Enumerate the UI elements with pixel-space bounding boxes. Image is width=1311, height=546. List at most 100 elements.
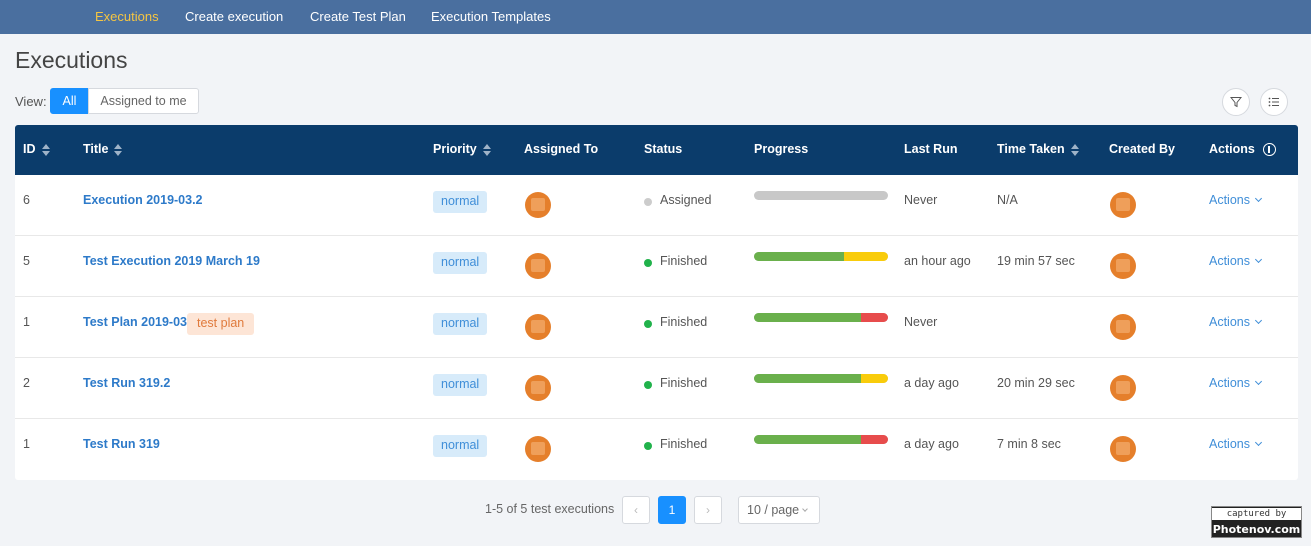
actions-dropdown[interactable]: Actions xyxy=(1209,315,1263,329)
actions-label: Actions xyxy=(1209,254,1250,268)
watermark: captured by Photenov.com xyxy=(1211,506,1302,538)
row-id: 5 xyxy=(23,254,30,268)
creator-avatar[interactable] xyxy=(1110,375,1136,401)
creator-avatar[interactable] xyxy=(1110,436,1136,462)
prev-page-button[interactable]: ‹ xyxy=(622,496,650,524)
last-run: a day ago xyxy=(904,437,959,451)
progress-passed-segment xyxy=(754,313,862,322)
assignee-avatar[interactable] xyxy=(525,375,551,401)
sort-icon[interactable] xyxy=(482,143,491,156)
row-title-link[interactable]: Test Execution 2019 March 19 xyxy=(83,254,260,268)
table-row: 6 Execution 2019-03.2 normal Assigned Ne… xyxy=(15,175,1298,236)
assignee-avatar[interactable] xyxy=(525,192,551,218)
chevron-down-icon xyxy=(1254,255,1263,264)
actions-dropdown[interactable]: Actions xyxy=(1209,193,1263,207)
list-icon xyxy=(1268,97,1279,107)
status-text: Assigned xyxy=(660,193,712,207)
watermark-line1: captured by xyxy=(1212,508,1301,520)
columns-button[interactable] xyxy=(1260,88,1288,116)
time-taken: 20 min 29 sec xyxy=(997,376,1075,390)
row-title-link[interactable]: Execution 2019-03.2 xyxy=(83,193,203,207)
row-title-link[interactable]: Test Plan 2019-03 xyxy=(83,315,187,329)
page-title: Executions xyxy=(15,47,128,73)
page-1-button[interactable]: 1 xyxy=(658,496,686,524)
actions-dropdown[interactable]: Actions xyxy=(1209,376,1263,390)
header-time-taken[interactable]: Time Taken xyxy=(997,142,1079,156)
actions-label: Actions xyxy=(1209,315,1250,329)
view-assigned-to-me-button[interactable]: Assigned to me xyxy=(88,88,199,114)
header-created-by: Created By xyxy=(1109,142,1175,156)
filter-button[interactable] xyxy=(1222,88,1250,116)
header-status: Status xyxy=(644,142,683,156)
progress-bar xyxy=(754,252,888,261)
assignee-avatar[interactable] xyxy=(525,253,551,279)
progress-bar xyxy=(754,313,888,322)
assignee-avatar[interactable] xyxy=(525,314,551,340)
time-taken: N/A xyxy=(997,193,1018,207)
chevron-down-icon xyxy=(802,506,808,512)
creator-avatar[interactable] xyxy=(1110,253,1136,279)
header-progress: Progress xyxy=(754,142,809,156)
chevron-down-icon xyxy=(1254,316,1263,325)
info-icon[interactable] xyxy=(1262,143,1276,157)
creator-avatar[interactable] xyxy=(1110,192,1136,218)
filter-icon xyxy=(1230,97,1242,108)
executions-table: ID Title Priority Assigned To Status Pro… xyxy=(15,125,1298,480)
view-label: View: xyxy=(15,94,47,109)
progress-bar xyxy=(754,374,888,383)
sort-icon[interactable] xyxy=(114,143,123,156)
nav-create-test-plan[interactable]: Create Test Plan xyxy=(310,9,406,24)
status-dot xyxy=(644,259,652,267)
progress-failed-segment xyxy=(861,313,888,322)
header-title-label: Title xyxy=(83,142,109,156)
status-dot xyxy=(644,442,652,450)
watermark-line2: Photenov.com xyxy=(1212,523,1301,536)
priority-badge: normal xyxy=(433,252,488,274)
top-nav: Executions Create execution Create Test … xyxy=(0,0,1311,34)
page-size-select[interactable]: 10 / page xyxy=(738,496,820,524)
status-dot xyxy=(644,320,652,328)
table-row: 2 Test Run 319.2 normal Finished a day a… xyxy=(15,358,1298,419)
view-all-button[interactable]: All xyxy=(50,88,89,114)
row-title-link[interactable]: Test Run 319 xyxy=(83,437,160,451)
nav-create-execution[interactable]: Create execution xyxy=(185,9,283,24)
actions-dropdown[interactable]: Actions xyxy=(1209,254,1263,268)
time-taken: 7 min 8 sec xyxy=(997,437,1061,451)
sort-icon[interactable] xyxy=(1070,143,1079,156)
progress-skipped-segment xyxy=(843,252,888,261)
status-text: Finished xyxy=(660,254,708,268)
sort-icon[interactable] xyxy=(41,143,50,156)
progress-passed-segment xyxy=(754,252,844,261)
test-plan-tag: test plan xyxy=(187,313,255,335)
page-size-label: 10 / page xyxy=(747,503,800,517)
last-run: Never xyxy=(904,315,938,329)
row-title-link[interactable]: Test Run 319.2 xyxy=(83,376,170,390)
last-run: Never xyxy=(904,193,938,207)
status-text: Finished xyxy=(660,437,708,451)
progress-failed-segment xyxy=(861,435,888,444)
header-actions-label: Actions xyxy=(1209,142,1255,156)
header-actions: Actions xyxy=(1209,142,1276,157)
priority-badge: normal xyxy=(433,191,488,213)
header-priority-label: Priority xyxy=(433,142,477,156)
header-id[interactable]: ID xyxy=(23,142,50,156)
header-id-label: ID xyxy=(23,142,36,156)
chevron-down-icon xyxy=(1254,438,1263,447)
header-title[interactable]: Title xyxy=(83,142,123,156)
row-id: 1 xyxy=(23,315,30,329)
header-priority[interactable]: Priority xyxy=(433,142,491,156)
assignee-avatar[interactable] xyxy=(525,436,551,462)
priority-badge: normal xyxy=(433,374,488,396)
row-id: 1 xyxy=(23,437,30,451)
chevron-down-icon xyxy=(1254,377,1263,386)
creator-avatar[interactable] xyxy=(1110,314,1136,340)
nav-execution-templates[interactable]: Execution Templates xyxy=(431,9,551,24)
actions-dropdown[interactable]: Actions xyxy=(1209,437,1263,451)
next-page-button[interactable]: › xyxy=(694,496,722,524)
header-time-taken-label: Time Taken xyxy=(997,142,1065,156)
progress-skipped-segment xyxy=(861,374,888,383)
progress-passed-segment xyxy=(754,374,862,383)
nav-executions[interactable]: Executions xyxy=(95,9,159,24)
actions-label: Actions xyxy=(1209,437,1250,451)
row-id: 6 xyxy=(23,193,30,207)
